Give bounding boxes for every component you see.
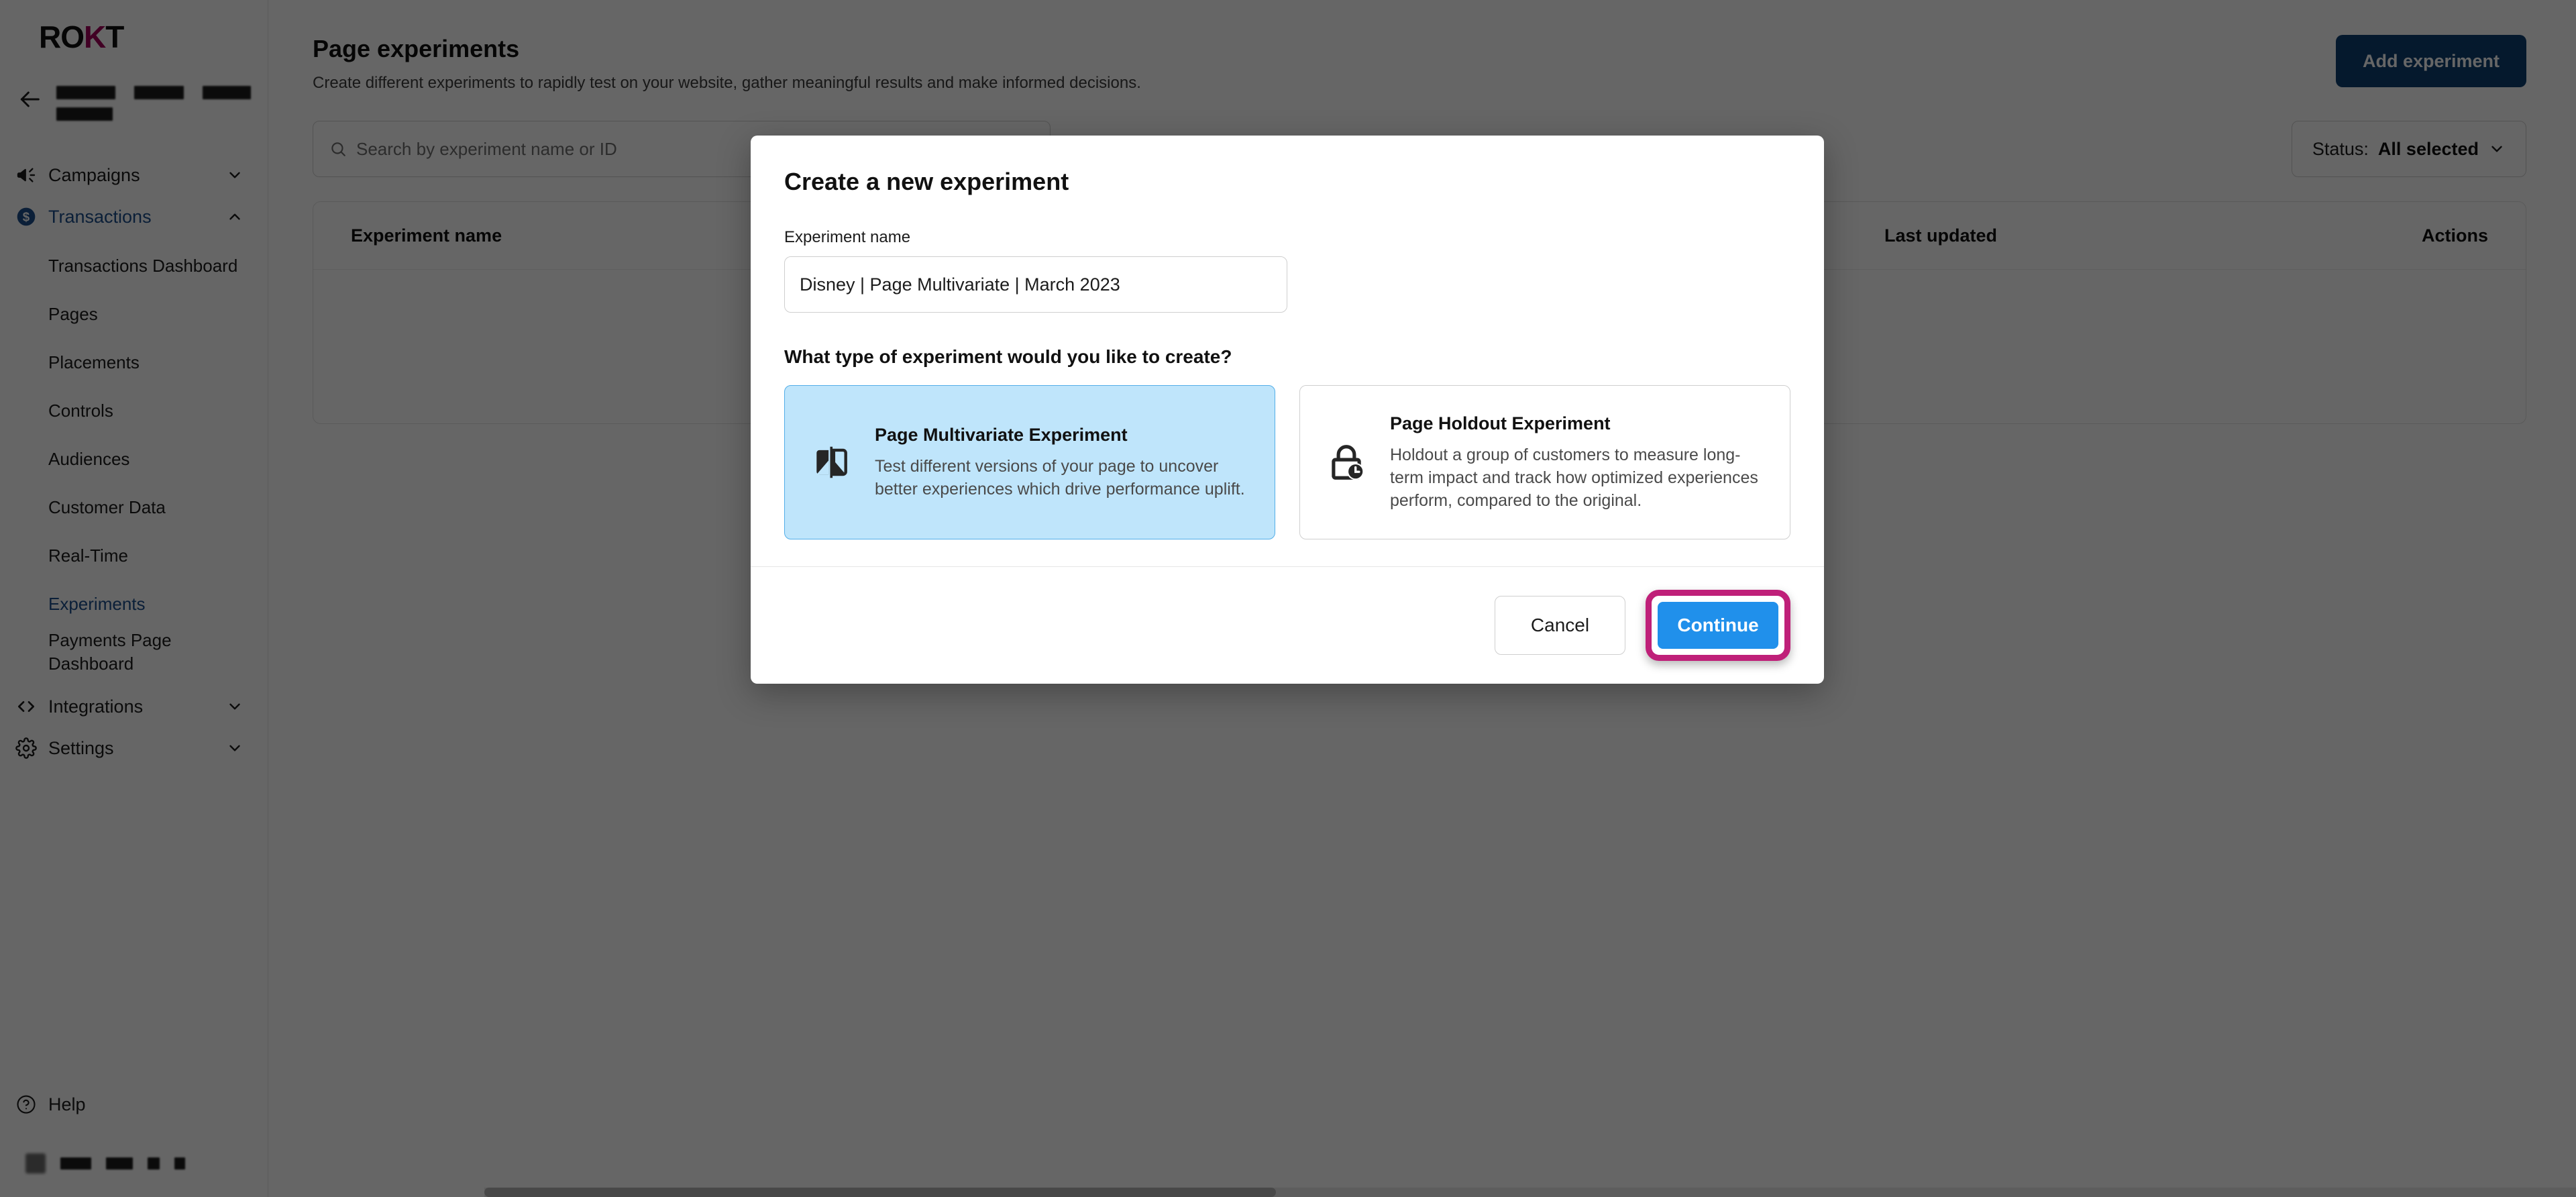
- modal-footer: Cancel Continue: [751, 566, 1824, 684]
- option-title: Page Multivariate Experiment: [875, 424, 1128, 445]
- experiment-name-input[interactable]: [784, 256, 1287, 313]
- create-experiment-modal: Create a new experiment Experiment name …: [751, 136, 1824, 684]
- experiment-name-label: Experiment name: [784, 228, 911, 246]
- lock-clock-icon: [1323, 439, 1370, 486]
- application-window: ROKT Campaigns: [0, 0, 2576, 1197]
- option-text: Page Multivariate Experiment Test differ…: [875, 425, 1252, 501]
- option-card-page-multivariate[interactable]: Page Multivariate Experiment Test differ…: [784, 385, 1275, 539]
- ab-split-icon: [808, 439, 855, 486]
- continue-button-highlight: Continue: [1646, 590, 1790, 661]
- option-description: Test different versions of your page to …: [875, 456, 1245, 499]
- cancel-button[interactable]: Cancel: [1495, 596, 1625, 655]
- experiment-type-question: What type of experiment would you like t…: [784, 346, 1232, 367]
- experiment-type-options: Page Multivariate Experiment Test differ…: [784, 385, 1790, 539]
- modal-title: Create a new experiment: [784, 168, 1069, 195]
- option-description: Holdout a group of customers to measure …: [1390, 445, 1758, 510]
- option-title: Page Holdout Experiment: [1390, 413, 1611, 433]
- modal-body: Create a new experiment Experiment name …: [751, 136, 1824, 566]
- continue-button[interactable]: Continue: [1658, 602, 1778, 649]
- option-text: Page Holdout Experiment Holdout a group …: [1390, 413, 1767, 512]
- option-card-page-holdout[interactable]: Page Holdout Experiment Holdout a group …: [1299, 385, 1790, 539]
